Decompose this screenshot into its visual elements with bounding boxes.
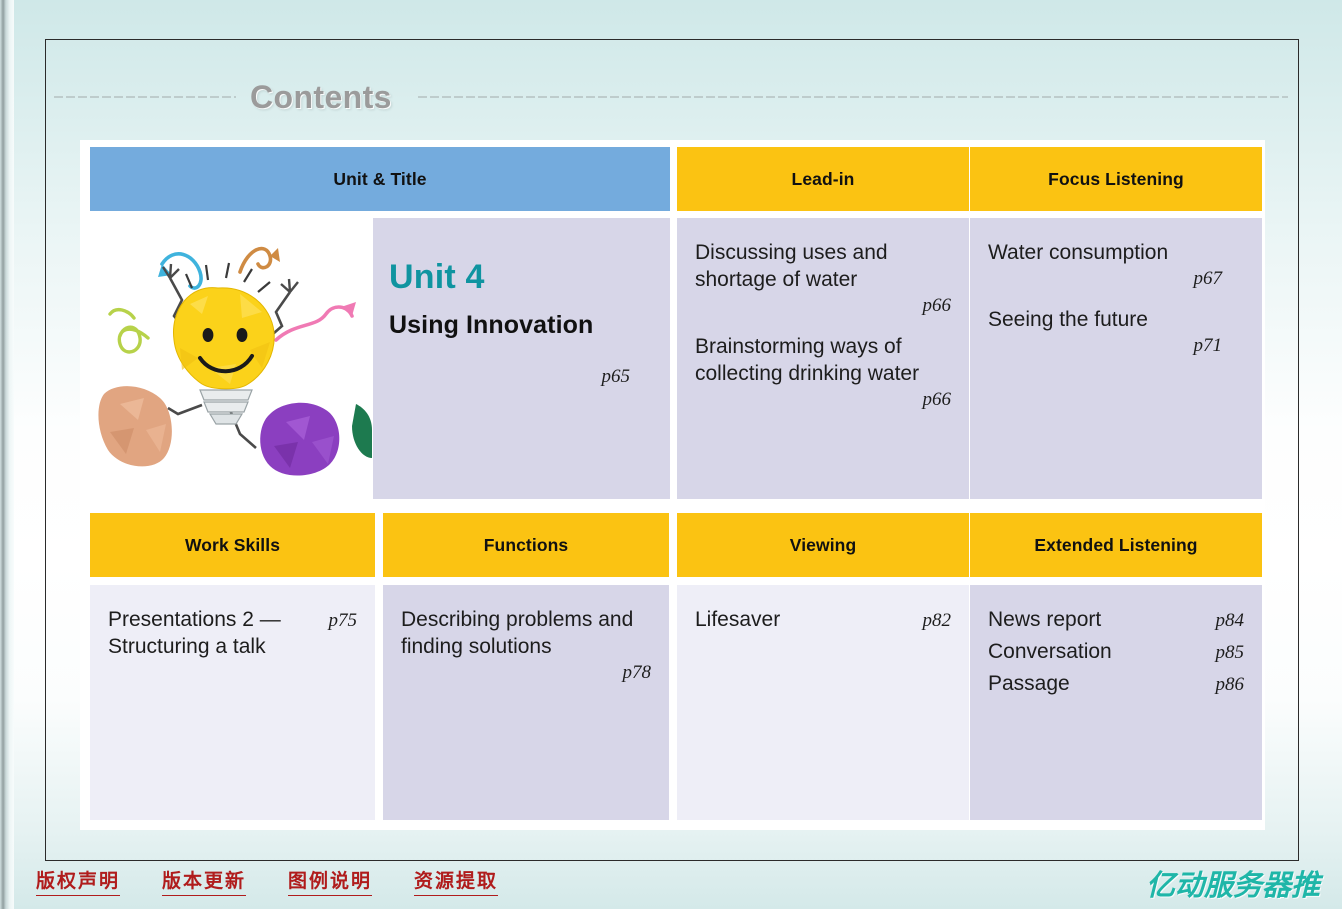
table-header-lead-in-label: Lead-in [791,168,855,189]
viewing-entry-page: p82 [922,610,952,631]
lead-in-entry: Brainstorming ways of collecting drinkin… [695,334,951,412]
lead-in-entry-page: p66 [922,294,952,316]
focus-listening-cell[interactable]: Water consumption p67 Seeing the future … [970,218,1262,499]
functions-cell[interactable]: Describing problems and finding solution… [383,585,669,820]
crumpled-paper-lightbulb-icon [90,218,372,499]
table-header-viewing[interactable]: Viewing [677,513,969,577]
title-rule-left [54,96,236,98]
extended-listening-entry-text: Conversation [988,639,1112,663]
focus-listening-entry-page: p67 [1193,267,1223,289]
extended-listening-cell[interactable]: News report p84 Conversation p85 Passage… [970,585,1262,820]
focus-listening-entry-text: Seeing the future [988,308,1148,332]
unit-page-number: p65 [601,366,631,387]
functions-entry-text: Describing problems and finding solution… [401,608,634,658]
extended-listening-entry-page: p86 [1215,673,1245,695]
contents-header: Contents [48,72,1296,122]
functions-entry-page: p78 [622,661,652,683]
unit-name: Using Innovation [389,311,594,339]
table-header-focus-listening-label: Focus Listening [1048,168,1184,189]
viewing-entry-text: Lifesaver [695,608,781,631]
footer-link-version-update[interactable]: 版本更新 [162,866,247,896]
table-header-extended-listening[interactable]: Extended Listening [970,513,1262,577]
table-header-viewing-label: Viewing [789,534,857,555]
page-title: Contents [250,78,392,115]
table-header-extended-listening-label: Extended Listening [1034,534,1198,555]
watermark-logo: 亿动服务器推 [1146,868,1321,902]
focus-listening-entry: Water consumption p67 [988,240,1244,291]
table-header-functions[interactable]: Functions [383,513,669,577]
table-header-unit-title[interactable]: Unit & Title [90,147,670,211]
table-header-work-skills[interactable]: Work Skills [90,513,375,577]
table-header-focus-listening[interactable]: Focus Listening [970,147,1262,211]
footer-links: 版权声明 版本更新 图例说明 资源提取 [36,866,499,896]
lead-in-cell[interactable]: Discussing uses and shortage of water p6… [677,218,969,499]
extended-listening-entry: Conversation p85 [988,639,1244,666]
extended-listening-entry: Passage p86 [988,671,1244,698]
unit-title-cell[interactable]: Unit 4 Using Innovation p65 [373,218,670,499]
table-header-lead-in[interactable]: Lead-in [677,147,969,211]
footer-link-legend[interactable]: 图例说明 [288,866,373,896]
slide-left-edge-decoration [0,0,14,909]
unit-illustration-cell [90,218,372,499]
focus-listening-entry: Seeing the future p71 [988,307,1244,358]
work-skills-entry-page: p75 [328,610,358,631]
table-header-unit-title-label: Unit & Title [333,168,427,189]
extended-listening-entry-text: Passage [988,671,1070,695]
extended-listening-entry-page: p85 [1215,641,1245,663]
extended-listening-entry-page: p84 [1215,610,1245,631]
extended-listening-entry-text: News report [988,608,1102,631]
unit-number: Unit 4 [389,258,485,296]
work-skills-entry: Presentations 2 — Structuring a talk p75 [108,607,357,661]
footer-link-copyright[interactable]: 版权声明 [36,866,121,896]
functions-entry: Describing problems and finding solution… [401,607,651,685]
footer-link-resource-download[interactable]: 资源提取 [414,866,499,896]
work-skills-entry-text: Presentations 2 — Structuring a talk [108,608,281,658]
viewing-entry: Lifesaver p82 [695,607,951,634]
viewing-cell[interactable]: Lifesaver p82 [677,585,969,820]
contents-table: Unit & Title Lead-in Focus Listening Uni… [80,140,1265,830]
work-skills-cell[interactable]: Presentations 2 — Structuring a talk p75 [90,585,375,820]
lead-in-entry: Discussing uses and shortage of water p6… [695,240,951,318]
lead-in-entry-text: Brainstorming ways of collecting drinkin… [695,335,920,385]
table-header-work-skills-label: Work Skills [184,534,281,555]
focus-listening-entry-text: Water consumption [988,241,1169,264]
table-header-functions-label: Functions [483,534,569,555]
title-rule-right [417,96,1288,98]
lead-in-entry-page: p66 [922,388,952,410]
lead-in-entry-text: Discussing uses and shortage of water [695,241,888,291]
focus-listening-entry-page: p71 [1193,335,1223,357]
extended-listening-entry: News report p84 [988,607,1244,634]
